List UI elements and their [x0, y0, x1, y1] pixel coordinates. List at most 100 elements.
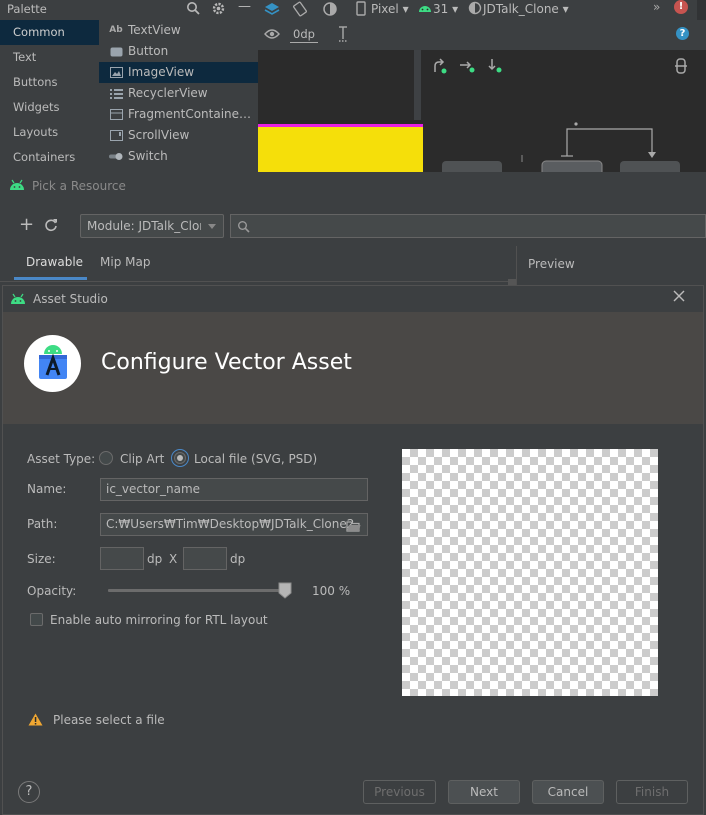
category-text[interactable]: Text — [0, 45, 99, 70]
resource-search-input[interactable] — [230, 214, 706, 238]
constraint-horizontal-icon[interactable] — [459, 58, 475, 77]
clip-art-label[interactable]: Clip Art — [120, 452, 164, 466]
palette-item-label: Button — [128, 44, 169, 58]
gear-icon[interactable] — [211, 1, 226, 19]
navigation-graph — [442, 122, 680, 172]
minimize-icon[interactable]: — — [238, 0, 251, 14]
palette-item-scrollview[interactable]: ScrollView — [99, 125, 258, 146]
rtl-label[interactable]: Enable auto mirroring for RTL layout — [50, 613, 268, 627]
pick-resource-toolbar: + Module: JDTalk_Clone — [0, 210, 706, 244]
tab-drawable[interactable]: Drawable — [14, 248, 87, 280]
tab-divider — [0, 281, 516, 282]
folder-icon[interactable] — [346, 518, 361, 535]
name-label: Name: — [27, 482, 67, 496]
help-icon[interactable]: ? — [676, 27, 689, 40]
imageview-preview[interactable] — [258, 127, 423, 172]
palette-categories: Common Text Buttons Widgets Layouts Cont… — [0, 20, 99, 172]
previous-button[interactable]: Previous — [363, 780, 436, 804]
category-layouts[interactable]: Layouts — [0, 120, 99, 145]
layout-canvas-preview — [258, 50, 423, 172]
opacity-slider-track[interactable] — [108, 589, 288, 592]
list-icon — [109, 88, 123, 99]
path-field[interactable]: C:₩Users₩Tim₩Desktop₩JDTalk_Clone2 — [100, 513, 368, 536]
category-buttons[interactable]: Buttons — [0, 70, 99, 95]
palette-item-label: Switch — [128, 149, 168, 163]
text-icon: Ab — [109, 25, 123, 35]
palette-item-label: TextView — [128, 23, 181, 37]
category-common[interactable]: Common — [0, 20, 99, 45]
category-widgets[interactable]: Widgets — [0, 95, 99, 120]
eye-icon[interactable] — [264, 28, 280, 43]
add-icon[interactable]: + — [19, 216, 34, 234]
theme-icon — [468, 1, 482, 18]
device-icon[interactable] — [356, 1, 366, 19]
layers-icon[interactable] — [264, 1, 280, 20]
search-icon — [237, 220, 250, 236]
resource-tabs: Drawable Mip Map — [0, 248, 516, 282]
vertical-align-icon[interactable] — [337, 26, 349, 45]
canvas-scrollbar[interactable] — [414, 50, 421, 120]
help-button[interactable]: ? — [18, 781, 40, 803]
category-containers[interactable]: Containers — [0, 145, 99, 170]
device-selector[interactable]: Pixel ▾ — [371, 2, 409, 16]
palette-item-label: ImageView — [128, 65, 195, 79]
android-icon — [9, 179, 25, 194]
path-label: Path: — [27, 517, 58, 531]
orientation-icon[interactable] — [292, 1, 308, 20]
constraint-vertical-icon[interactable] — [487, 58, 503, 77]
overflow-icon[interactable]: » — [653, 0, 660, 14]
module-dropdown[interactable]: Module: JDTalk_Clone — [80, 214, 224, 238]
asset-studio-titlebar: Asset Studio — [3, 286, 703, 312]
tab-mipmap-label: Mip Map — [100, 255, 151, 269]
error-icon[interactable]: ! — [674, 0, 688, 14]
name-field[interactable]: ic_vector_name — [100, 478, 368, 501]
size-label: Size: — [27, 552, 56, 566]
radio-clip-art[interactable] — [99, 451, 113, 465]
preview-divider — [516, 246, 517, 286]
close-icon[interactable] — [673, 290, 685, 305]
refresh-icon[interactable] — [44, 218, 58, 235]
palette-items: Ab TextView Button ImageView RecyclerView… — [99, 20, 258, 172]
palette-item-recyclerview[interactable]: RecyclerView — [99, 83, 258, 104]
tab-drawable-label: Drawable — [26, 255, 84, 269]
blueprint-canvas — [424, 50, 706, 172]
height-field[interactable] — [183, 547, 227, 570]
switch-icon — [109, 152, 123, 161]
local-file-label[interactable]: Local file (SVG, PSD) — [194, 452, 317, 466]
preview-label: Preview — [528, 257, 575, 271]
scroll-icon — [109, 130, 123, 141]
opacity-label: Opacity: — [27, 584, 77, 598]
design-toolbar: Pixel ▾ 31 ▾ JDTalk_Clone ▾ » ! — [258, 0, 706, 20]
next-button[interactable]: Next — [448, 780, 520, 804]
theme-selector[interactable]: JDTalk_Clone ▾ — [483, 2, 569, 16]
width-field[interactable] — [100, 547, 144, 570]
night-mode-icon[interactable] — [322, 1, 338, 20]
fragment-icon — [109, 109, 123, 120]
cancel-button[interactable]: Cancel — [532, 780, 604, 804]
palette-item-imageview[interactable]: ImageView — [99, 62, 258, 83]
palette-item-button[interactable]: Button — [99, 41, 258, 62]
tab-mipmap[interactable]: Mip Map — [87, 248, 162, 280]
finish-button[interactable]: Finish — [616, 780, 688, 804]
default-margin-field[interactable]: 0dp — [290, 26, 318, 43]
radio-local-file[interactable] — [171, 449, 189, 467]
palette-item-label: FragmentContaine… — [128, 107, 252, 121]
palette-item-textview[interactable]: Ab TextView — [99, 20, 258, 41]
constraint-infer-icon[interactable] — [432, 58, 448, 77]
palette-header: Palette — — [0, 0, 258, 21]
api-label: 31 — [433, 2, 449, 16]
opacity-slider-thumb[interactable] — [278, 582, 292, 599]
chevron-down-icon — [208, 224, 216, 229]
theme-label: JDTalk_Clone — [483, 2, 559, 16]
rtl-checkbox[interactable] — [30, 613, 43, 626]
asset-type-label: Asset Type: — [27, 452, 96, 466]
palette-item-fragmentcontainer[interactable]: FragmentContaine… — [99, 104, 258, 125]
guidelines-icon[interactable] — [674, 58, 688, 77]
pick-resource-title: Pick a Resource — [32, 179, 126, 193]
height-unit: dp — [230, 552, 246, 566]
palette-item-switch[interactable]: Switch — [99, 146, 258, 167]
eye-dropdown-icon[interactable] — [282, 29, 290, 33]
search-icon[interactable] — [186, 1, 201, 19]
wizard-heading: Configure Vector Asset — [101, 350, 352, 375]
api-selector[interactable]: 31 ▾ — [433, 2, 458, 16]
